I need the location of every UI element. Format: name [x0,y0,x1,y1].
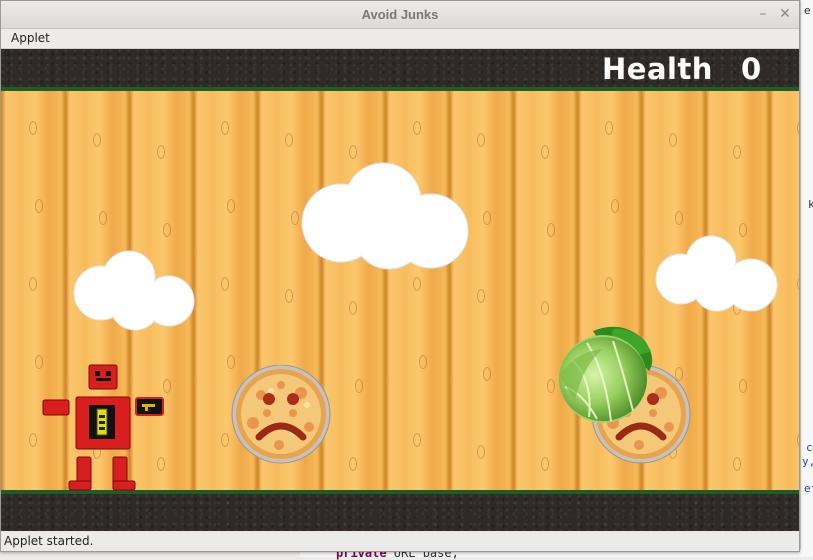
wood-grain [541,301,549,315]
wood-grain [675,211,683,225]
wood-grain [227,199,235,213]
close-button[interactable]: ✕ [776,5,794,23]
editor-fragment: c [806,441,813,454]
wood-grain [733,145,741,159]
wood-grain [605,121,613,135]
wood-grain [29,277,37,291]
wood-grain [285,289,293,303]
wood-grain [483,367,491,381]
wood-grain [163,223,171,237]
background-editor-sliver: e k c y, ef [800,0,813,557]
menu-bar: Applet [1,29,799,49]
window-title: Avoid Junks [361,7,439,22]
wood-grain [221,121,229,135]
editor-fragment: ef [804,482,813,495]
wood-grain [797,277,799,291]
cloud-left [73,250,195,331]
wood-grain [29,121,37,135]
wood-grain [547,223,555,237]
wood-grain [477,289,485,303]
editor-fragment: e [804,4,811,17]
wood-grain [355,379,363,393]
wood-grain [291,211,299,225]
wood-grain [733,457,741,471]
wood-grain [611,199,619,213]
wood-grain [221,433,229,447]
wood-grain [413,433,421,447]
status-text: Applet started. [4,534,94,548]
wood-grain [93,133,101,147]
wood-grain [541,145,549,159]
wood-grain [419,355,427,369]
wood-grain [157,145,165,159]
wood-grain [797,121,799,135]
minimize-button[interactable]: – [754,5,772,23]
robot-player [42,364,164,491]
menu-applet[interactable]: Applet [11,31,50,45]
game-canvas[interactable]: Health 0 [1,49,799,531]
cabbage-food [559,326,653,423]
wood-grain [477,445,485,459]
wood-grain [413,121,421,135]
wood-grain [349,301,357,315]
wood-grain [99,211,107,225]
status-bar: Applet started. [1,532,799,551]
wood-grain [669,133,677,147]
wood-grain [221,277,229,291]
cloud-large [301,162,469,270]
cloud-right [655,235,778,312]
wood-grain [477,133,485,147]
title-bar[interactable]: Avoid Junks – ✕ [1,1,799,29]
wood-grain [483,211,491,225]
wood-grain [541,457,549,471]
health-label: Health [602,52,713,86]
wood-grain [29,433,37,447]
wood-grain [739,379,747,393]
editor-fragment: k [808,198,813,211]
wood-grain [605,277,613,291]
wood-grain [349,457,357,471]
wood-grain [797,433,799,447]
bottom-ground-strip [1,490,799,531]
wood-grain [35,199,43,213]
editor-fragment: y, [802,455,813,468]
wood-grain [285,133,293,147]
sad-pizza-junk [231,365,331,464]
health-value: 0 [741,52,762,86]
applet-window: Avoid Junks – ✕ Applet Health 0 Applet s… [0,0,800,552]
wood-grain [413,277,421,291]
